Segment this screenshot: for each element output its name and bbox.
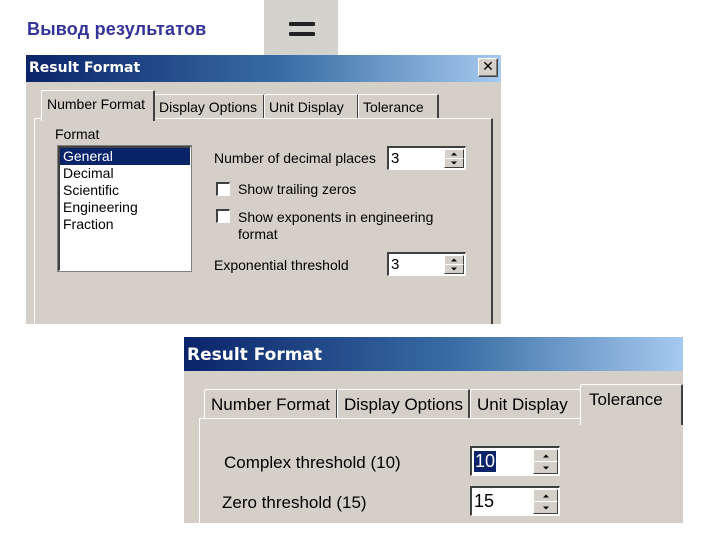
spin-down-button[interactable] <box>533 501 558 514</box>
tab-strip: Number Format Display Options Unit Displ… <box>26 82 501 122</box>
close-button[interactable]: ✕ <box>478 58 498 77</box>
tab-unit-display[interactable]: Unit Display <box>264 94 359 119</box>
complex-threshold-label: Complex threshold (10) <box>224 453 401 472</box>
zero-threshold-label: Zero threshold (15) <box>222 493 367 512</box>
tab-label: Display Options <box>159 99 258 115</box>
format-option-general[interactable]: General <box>60 148 190 165</box>
format-label: Format <box>55 126 100 142</box>
dialog-titlebar[interactable]: Result Format <box>184 337 683 371</box>
number-format-panel: Format General Decimal Scientific Engine… <box>34 118 493 324</box>
arrow-up-icon <box>542 454 549 457</box>
format-option-fraction[interactable]: Fraction <box>60 216 190 233</box>
arrow-up-icon <box>451 258 457 262</box>
tab-tolerance[interactable]: Tolerance <box>358 94 439 119</box>
decimal-places-value[interactable]: 3 <box>391 150 399 167</box>
spin-down-button[interactable] <box>444 158 464 168</box>
dialog-title: Result Format <box>187 345 323 365</box>
tab-label: Unit Display <box>269 99 344 115</box>
result-format-dialog-tolerance: Result Format Number Format Display Opti… <box>184 337 683 523</box>
show-exponents-label-line1[interactable]: Show exponents in engineering <box>238 209 433 225</box>
tolerance-panel: Complex threshold (10) 10 Zero threshold… <box>199 418 683 523</box>
format-option-scientific[interactable]: Scientific <box>60 182 190 199</box>
zero-threshold-spinner[interactable]: 15 <box>470 486 560 516</box>
tab-label: Number Format <box>211 395 331 414</box>
dialog-title: Result Format <box>29 60 141 76</box>
zero-threshold-value[interactable]: 15 <box>474 491 494 512</box>
close-icon: ✕ <box>482 59 494 75</box>
show-exponents-checkbox[interactable] <box>216 209 230 223</box>
show-exponents-label-line2[interactable]: format <box>238 226 278 242</box>
tab-label: Unit Display <box>477 395 568 414</box>
exponential-threshold-label: Exponential threshold <box>214 257 349 273</box>
equals-bar-bottom <box>289 32 315 36</box>
show-trailing-zeros-label[interactable]: Show trailing zeros <box>238 181 356 197</box>
format-option-engineering[interactable]: Engineering <box>60 199 190 216</box>
decimal-places-spinner[interactable]: 3 <box>387 146 466 170</box>
arrow-up-icon <box>451 152 457 156</box>
show-trailing-zeros-checkbox[interactable] <box>216 182 230 196</box>
exponential-threshold-value[interactable]: 3 <box>391 256 399 273</box>
tab-number-format[interactable]: Number Format <box>41 90 155 121</box>
arrow-up-icon <box>542 494 549 497</box>
arrow-down-icon <box>451 267 457 271</box>
tab-label: Display Options <box>344 395 464 414</box>
spin-down-button[interactable] <box>533 461 558 474</box>
complex-threshold-spinner[interactable]: 10 <box>470 446 560 476</box>
arrow-down-icon <box>542 506 549 509</box>
tab-label: Tolerance <box>363 99 424 115</box>
exponential-threshold-spinner[interactable]: 3 <box>387 252 466 276</box>
equals-bar-top <box>289 22 315 26</box>
tab-tolerance[interactable]: Tolerance <box>580 384 683 425</box>
equals-icon <box>264 0 338 56</box>
slide-title: Вывод результатов <box>27 19 207 39</box>
result-format-dialog-number: Result Format ✕ Number Format Display Op… <box>26 55 501 324</box>
arrow-down-icon <box>542 466 549 469</box>
format-option-decimal[interactable]: Decimal <box>60 165 190 182</box>
dialog-titlebar[interactable]: Result Format ✕ <box>26 55 501 82</box>
format-listbox[interactable]: General Decimal Scientific Engineering F… <box>58 146 191 271</box>
tab-label: Number Format <box>47 96 146 112</box>
tab-label: Tolerance <box>589 390 663 409</box>
arrow-down-icon <box>451 161 457 165</box>
complex-threshold-value[interactable]: 10 <box>474 451 497 472</box>
decimal-places-label: Number of decimal places <box>214 150 376 166</box>
spin-down-button[interactable] <box>444 264 464 274</box>
tab-display-options[interactable]: Display Options <box>154 94 265 119</box>
tab-strip: Number Format Display Options Unit Displ… <box>184 371 683 425</box>
